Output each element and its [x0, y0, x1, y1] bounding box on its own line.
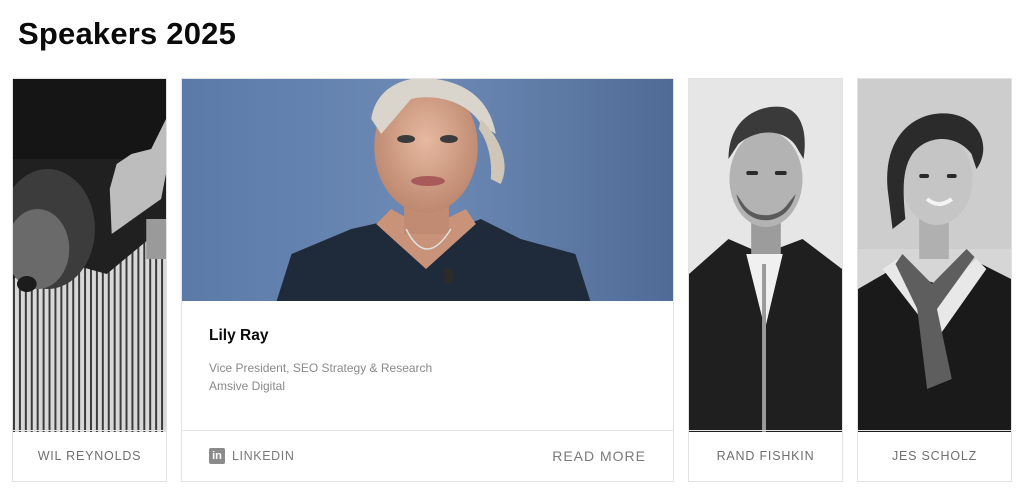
speaker-company: Amsive Digital	[209, 379, 286, 393]
speaker-photo	[689, 79, 842, 432]
speaker-name: RAND FISHKIN	[689, 430, 842, 481]
speaker-name: WIL REYNOLDS	[13, 430, 166, 481]
speaker-photo	[858, 79, 1011, 432]
speaker-photo	[13, 79, 166, 432]
speaker-card-lily-ray[interactable]: Lily Ray Vice President, SEO Strategy & …	[181, 78, 674, 482]
speaker-name: Lily Ray	[209, 327, 269, 344]
speaker-card-rand-fishkin[interactable]: RAND FISHKIN	[688, 78, 843, 482]
speaker-role: Vice President, SEO Strategy & Research	[209, 361, 433, 375]
linkedin-link[interactable]: in LINKEDIN	[209, 448, 294, 464]
read-more-button[interactable]: READ MORE	[552, 448, 646, 464]
linkedin-label: LINKEDIN	[232, 449, 295, 463]
page-title: Speakers 2025	[18, 16, 237, 51]
linkedin-icon: in	[209, 448, 225, 464]
speaker-name: JES SCHOLZ	[858, 430, 1011, 481]
speaker-card-wil-reynolds[interactable]: WIL REYNOLDS	[12, 78, 167, 482]
speaker-photo	[182, 79, 673, 301]
speaker-card-jes-scholz[interactable]: JES SCHOLZ	[857, 78, 1012, 482]
